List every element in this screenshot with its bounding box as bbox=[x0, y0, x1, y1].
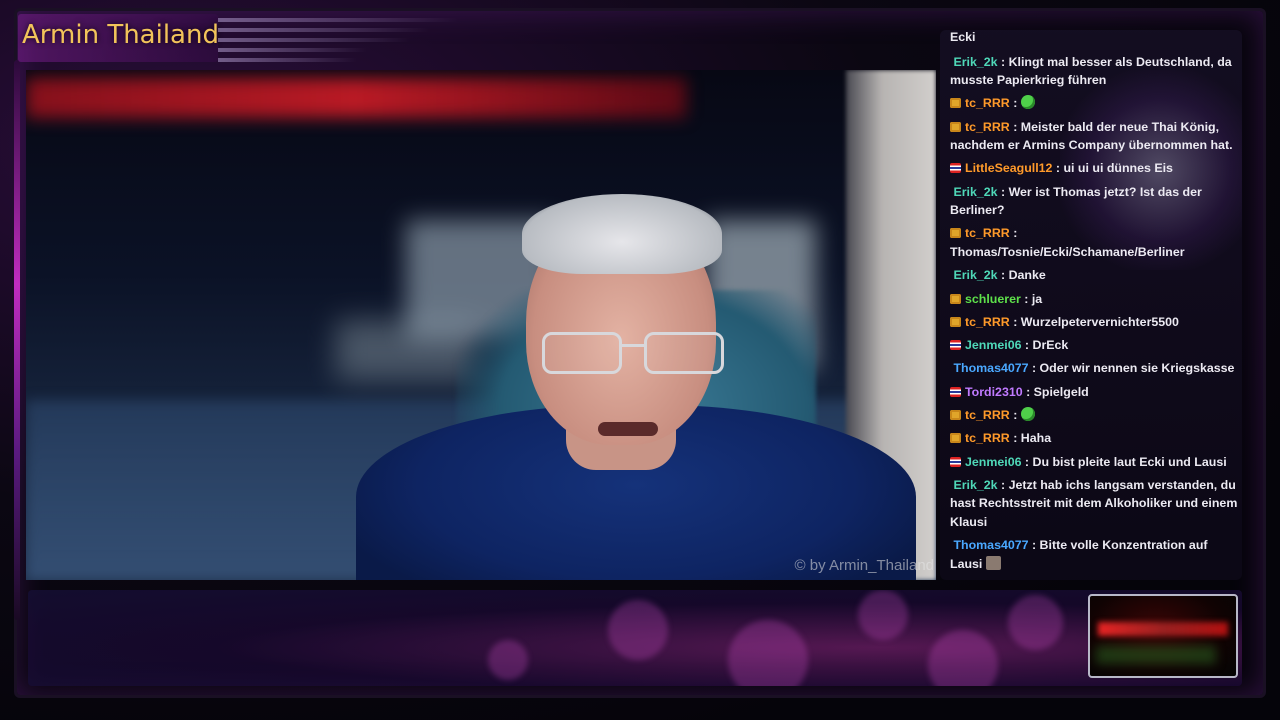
decorative-stripes bbox=[218, 18, 458, 64]
chat-message-text: Haha bbox=[1020, 431, 1052, 446]
chat-message: tc_RRR : Thomas/Tosnie/Ecki/Schamane/Ber… bbox=[950, 224, 1240, 261]
chat-separator: : bbox=[1028, 538, 1040, 553]
chat-username[interactable]: tc_RRR bbox=[965, 431, 1010, 445]
bottom-banner bbox=[28, 590, 1242, 686]
chat-message-text: DrEck bbox=[1032, 338, 1069, 353]
chat-message: Erik_2k : Jetzt hab ichs langsam verstan… bbox=[950, 476, 1240, 532]
chat-message: Jenmei06 : DrEck bbox=[950, 336, 1240, 355]
flag-badge-icon bbox=[950, 386, 961, 397]
box-emote-icon bbox=[985, 555, 1001, 570]
overlay-left-glow bbox=[14, 60, 20, 620]
chat-username[interactable]: LittleSeagull12 bbox=[965, 161, 1052, 175]
streamer-glasses bbox=[538, 332, 728, 376]
chat-separator: : bbox=[1009, 226, 1018, 241]
chat-panel[interactable]: Ecki Erik_2k : Klingt mal besser als Deu… bbox=[940, 30, 1242, 580]
green-smile-emote-icon bbox=[1020, 407, 1035, 422]
chat-separator: : bbox=[997, 268, 1009, 283]
chat-message: tc_RRR : bbox=[950, 94, 1240, 113]
crown-badge-icon bbox=[950, 433, 961, 444]
chat-username[interactable]: Erik_2k bbox=[953, 268, 997, 282]
chat-separator: : bbox=[1009, 408, 1021, 423]
chat-separator: : bbox=[997, 54, 1009, 69]
flag-badge-icon bbox=[950, 163, 961, 174]
chat-message-text: Danke bbox=[1008, 268, 1046, 283]
streamer-hair bbox=[522, 194, 722, 274]
chat-message: Erik_2k : Klingt mal besser als Deutschl… bbox=[950, 53, 1240, 90]
chat-username[interactable]: tc_RRR bbox=[965, 315, 1010, 329]
crown-badge-icon bbox=[950, 121, 961, 132]
chat-separator: : bbox=[1028, 361, 1040, 376]
chat-message: LittleSeagull12 : ui ui ui dünnes Eis bbox=[950, 159, 1240, 178]
chat-separator: : bbox=[1022, 384, 1034, 399]
chat-separator: : bbox=[1009, 119, 1021, 134]
chat-message-text: Ecki bbox=[950, 30, 976, 44]
chat-message: tc_RRR : Meister bald der neue Thai Köni… bbox=[950, 118, 1240, 155]
chat-message: Thomas4077 : Oder wir nennen sie Kriegsk… bbox=[950, 359, 1240, 378]
chat-username[interactable]: Erik_2k bbox=[953, 55, 997, 69]
chat-separator: : bbox=[1020, 291, 1032, 306]
chat-username[interactable]: tc_RRR bbox=[965, 408, 1010, 422]
chat-message-text: Wurzelpetervernichter5500 bbox=[1020, 314, 1179, 329]
chat-partial-line: Ecki bbox=[950, 30, 1240, 47]
chat-separator: : bbox=[1052, 161, 1064, 176]
crown-badge-icon bbox=[950, 316, 961, 327]
chat-message: Jenmei06 : Du bist pleite laut Ecki und … bbox=[950, 453, 1240, 472]
chat-separator: : bbox=[1009, 96, 1021, 111]
chat-message: Erik_2k : Wer ist Thomas jetzt? Ist das … bbox=[950, 183, 1240, 220]
chat-message-text: Oder wir nennen sie Kriegskasse bbox=[1039, 361, 1235, 376]
chat-separator: : bbox=[1021, 454, 1033, 469]
chat-message-text: Spielgeld bbox=[1033, 384, 1089, 399]
green-smile-emote-icon bbox=[1020, 95, 1035, 110]
chat-separator: : bbox=[997, 184, 1009, 199]
chat-separator: : bbox=[1021, 338, 1033, 353]
video-watermark: © by Armin_Thailand bbox=[794, 557, 934, 574]
chat-message: Erik_2k : Danke bbox=[950, 266, 1240, 285]
chat-username[interactable]: Tordi2310 bbox=[965, 385, 1023, 399]
chat-username[interactable]: Jenmei06 bbox=[965, 455, 1021, 469]
chat-message: tc_RRR : Haha bbox=[950, 429, 1240, 448]
chat-username[interactable]: tc_RRR bbox=[965, 96, 1010, 110]
crown-badge-icon bbox=[950, 410, 961, 421]
crown-badge-icon bbox=[950, 98, 961, 109]
chat-message-text: Thomas/Tosnie/Ecki/Schamane/Berliner bbox=[950, 244, 1185, 259]
channel-title: Armin Thailand bbox=[22, 20, 219, 50]
flag-badge-icon bbox=[950, 456, 961, 467]
chat-username[interactable]: Erik_2k bbox=[953, 478, 997, 492]
chat-message-list[interactable]: Ecki Erik_2k : Klingt mal besser als Deu… bbox=[950, 30, 1240, 578]
crown-badge-icon bbox=[950, 293, 961, 304]
chat-message: schluerer : ja bbox=[950, 290, 1240, 309]
chat-username[interactable]: Erik_2k bbox=[953, 185, 997, 199]
chat-username[interactable]: Thomas4077 bbox=[953, 538, 1028, 552]
chat-username[interactable]: tc_RRR bbox=[965, 226, 1010, 240]
chat-message: Tordi2310 : Spielgeld bbox=[950, 383, 1240, 402]
secondary-camera-preview[interactable] bbox=[1088, 594, 1238, 678]
chat-message: Thomas4077 : Bitte volle Konzentration a… bbox=[950, 536, 1240, 573]
chat-message-text: Du bist pleite laut Ecki und Lausi bbox=[1032, 454, 1227, 469]
flag-badge-icon bbox=[950, 340, 961, 351]
chat-message-text: ja bbox=[1031, 291, 1043, 306]
chat-separator: : bbox=[997, 477, 1009, 492]
chat-separator: : bbox=[1009, 431, 1021, 446]
crown-badge-icon bbox=[950, 228, 961, 239]
chat-username[interactable]: tc_RRR bbox=[965, 120, 1010, 134]
preview-red-light bbox=[1098, 622, 1228, 636]
background-red-light bbox=[26, 78, 686, 118]
chat-username[interactable]: Thomas4077 bbox=[953, 361, 1028, 375]
chat-message: tc_RRR : bbox=[950, 406, 1240, 425]
preview-green-area bbox=[1096, 646, 1216, 664]
chat-username[interactable]: schluerer bbox=[965, 292, 1021, 306]
chat-message: tc_RRR : Wurzelpetervernichter5500 bbox=[950, 313, 1240, 332]
chat-separator: : bbox=[1009, 314, 1021, 329]
streamer-mouth bbox=[598, 422, 658, 436]
chat-message-text: ui ui ui dünnes Eis bbox=[1063, 161, 1173, 176]
webcam-video[interactable]: © by Armin_Thailand bbox=[26, 70, 936, 580]
chat-username[interactable]: Jenmei06 bbox=[965, 338, 1021, 352]
